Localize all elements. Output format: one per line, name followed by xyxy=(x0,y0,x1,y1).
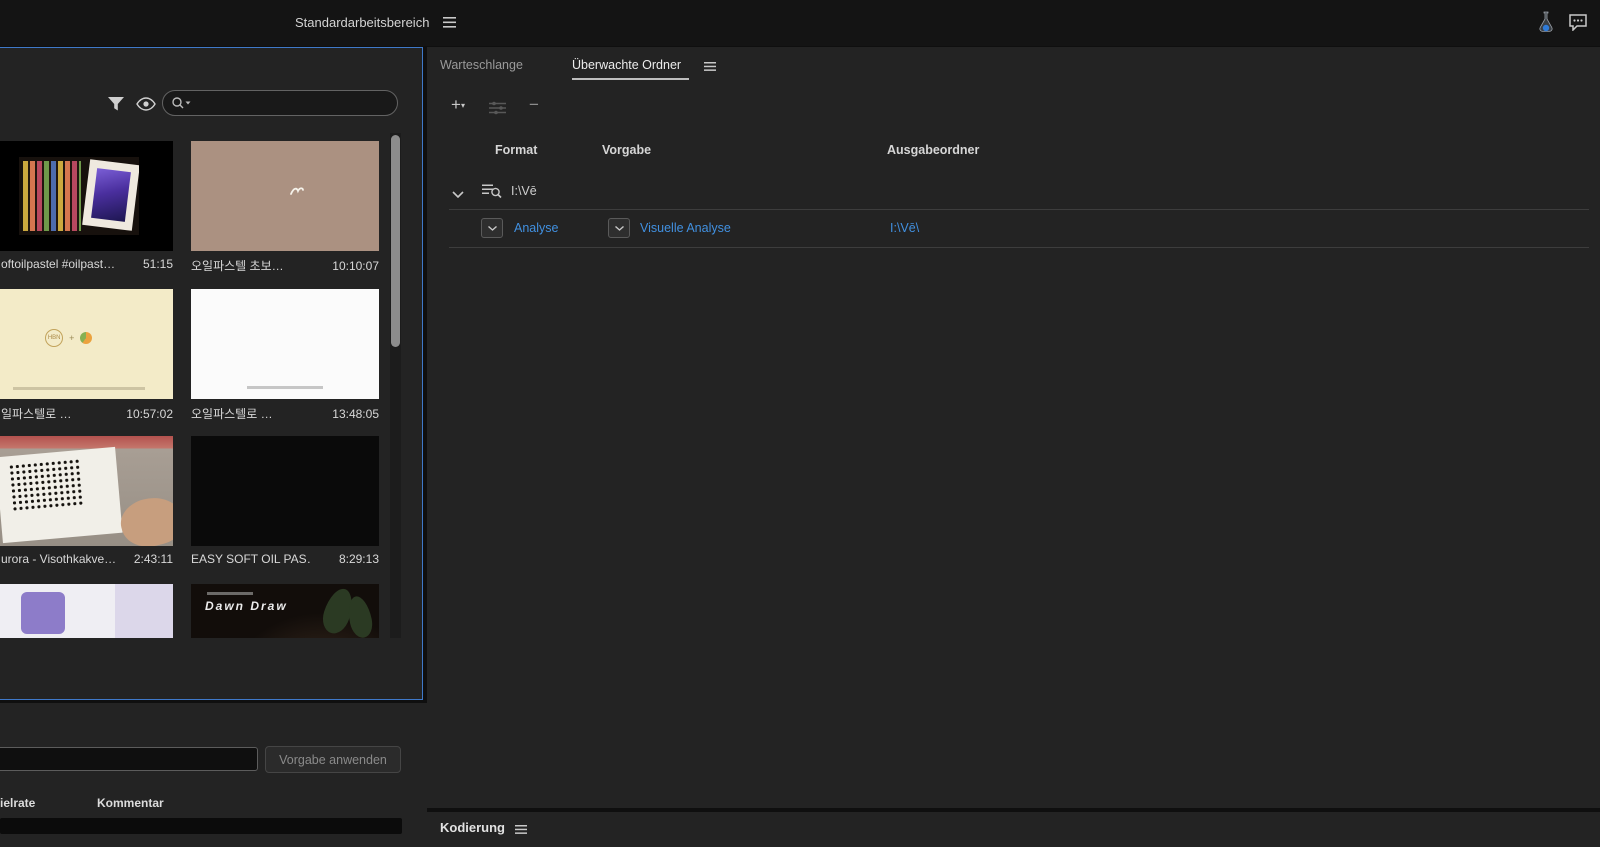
title-bar: Standardarbeitsbereich xyxy=(0,0,1600,46)
media-thumbnail[interactable] xyxy=(0,436,173,546)
feedback-chat-icon[interactable] xyxy=(1568,13,1588,34)
preset-value[interactable]: Visuelle Analyse xyxy=(640,221,731,235)
media-tile[interactable]: EASY SOFT OIL PAS… 8:29:13 xyxy=(191,436,379,566)
watch-folder-row[interactable]: I:\Vē xyxy=(427,177,1600,209)
tab-ueberwachte-ordner[interactable]: Überwachte Ordner xyxy=(572,58,681,72)
preset-apply-panel: Vorgabe anwenden ielrate Kommentar xyxy=(0,703,427,847)
filter-icon xyxy=(108,97,124,111)
preset-dropdown[interactable] xyxy=(608,218,630,238)
format-value[interactable]: Analyse xyxy=(514,221,558,235)
media-tile[interactable]: urora - Visothkakve… 2:43:11 xyxy=(0,436,173,566)
remove-button[interactable]: − xyxy=(529,95,539,115)
media-thumbnail[interactable] xyxy=(191,141,379,251)
workspace-title: Standardarbeitsbereich xyxy=(295,15,430,30)
media-title: oftoilpastel #oilpast… xyxy=(1,257,116,271)
bird-sketch xyxy=(289,185,305,200)
column-header-format: Format xyxy=(495,143,538,157)
watch-folders-panel: Warteschlange Überwachte Ordner +▾ − For… xyxy=(427,47,1600,808)
column-header-vorgabe: Vorgabe xyxy=(602,143,652,157)
search-box[interactable] xyxy=(162,90,398,116)
scrollbar-thumb[interactable] xyxy=(391,135,400,347)
chevron-down-icon: ▾ xyxy=(460,101,465,110)
apply-preset-button[interactable]: Vorgabe anwenden xyxy=(265,746,401,773)
preset-search-input[interactable] xyxy=(0,747,258,771)
preview-toggle-button[interactable] xyxy=(135,94,157,114)
purple-object xyxy=(21,592,65,634)
media-duration: 10:10:07 xyxy=(332,259,379,273)
titlebar-actions xyxy=(1536,11,1588,36)
watch-folder-icon xyxy=(482,183,502,202)
add-preset-button[interactable] xyxy=(489,101,506,118)
chevron-down-icon xyxy=(487,225,497,231)
media-grid: oftoilpastel #oilpast… 51:15 오일파스텔 초보… 1… xyxy=(0,133,389,638)
format-dropdown[interactable] xyxy=(481,218,503,238)
list-row[interactable] xyxy=(0,818,402,834)
media-thumbnail[interactable] xyxy=(191,436,379,546)
media-title: urora - Visothkakve… xyxy=(1,552,117,566)
watch-folder-path: I:\Vē xyxy=(511,184,537,198)
eye-icon xyxy=(136,97,156,111)
media-tile[interactable] xyxy=(0,584,173,638)
media-duration: 51:15 xyxy=(142,257,173,271)
media-thumbnail[interactable]: HBN + xyxy=(0,289,173,399)
media-title: 일파스텔로 … xyxy=(1,407,72,421)
column-header-bitrate: ielrate xyxy=(0,796,36,810)
media-thumbnail[interactable] xyxy=(191,289,379,399)
media-thumbnail[interactable] xyxy=(0,141,173,251)
media-duration: 13:48:05 xyxy=(332,407,379,421)
panel-menu-icon[interactable] xyxy=(704,60,716,74)
encoding-panel: Kodierung xyxy=(427,812,1600,847)
sliders-icon xyxy=(489,101,506,115)
media-grid-scrollbar[interactable] xyxy=(390,133,401,638)
media-thumbnail[interactable]: Dawn Draw xyxy=(191,584,379,638)
preset-row[interactable]: Analyse Visuelle Analyse I:\Vē\ xyxy=(427,210,1600,247)
column-header-comment: Kommentar xyxy=(97,796,164,810)
media-tile[interactable]: 오일파스텔로 … 13:48:05 xyxy=(191,289,379,422)
row-divider xyxy=(449,247,1589,248)
hand-drawing xyxy=(115,490,173,546)
output-folder-value[interactable]: I:\Vē\ xyxy=(890,221,919,235)
media-tile[interactable]: Dawn Draw xyxy=(191,584,379,638)
media-title: EASY SOFT OIL PAS… xyxy=(191,552,311,566)
column-header-ausgabeordner: Ausgabeordner xyxy=(887,143,980,157)
panel-menu-icon[interactable] xyxy=(515,823,527,837)
media-browser-toolbar xyxy=(0,88,422,124)
workspace-menu-icon[interactable] xyxy=(443,17,456,31)
encoding-panel-title: Kodierung xyxy=(440,820,505,835)
media-duration: 2:43:11 xyxy=(133,552,173,566)
add-watch-folder-button[interactable]: +▾ xyxy=(451,95,465,115)
media-browser-panel: oftoilpastel #oilpast… 51:15 오일파스텔 초보… 1… xyxy=(0,47,423,700)
media-title: 오일파스텔 초보… xyxy=(191,259,284,273)
media-tile[interactable]: 오일파스텔 초보… 10:10:07 xyxy=(191,141,379,274)
search-input[interactable] xyxy=(196,96,366,110)
media-title: 오일파스텔로 … xyxy=(191,407,273,421)
media-duration: 8:29:13 xyxy=(338,552,379,566)
tab-warteschlange[interactable]: Warteschlange xyxy=(440,58,523,72)
media-thumbnail[interactable] xyxy=(0,584,173,638)
beta-flask-icon[interactable] xyxy=(1536,11,1556,36)
watch-folders-toolbar: +▾ − xyxy=(427,93,1600,123)
thumbnail-text: Dawn Draw xyxy=(205,599,288,613)
media-tile[interactable]: oftoilpastel #oilpast… 51:15 xyxy=(0,141,173,271)
app-window: Standardarbeitsbereich oftoilpastel #oil… xyxy=(0,0,1600,847)
filter-button[interactable] xyxy=(105,94,127,114)
active-tab-underline xyxy=(572,78,689,80)
chevron-down-icon xyxy=(614,225,624,231)
search-icon xyxy=(172,97,191,109)
media-tile[interactable]: HBN + 일파스텔로 … 10:57:02 xyxy=(0,289,173,422)
media-duration: 10:57:02 xyxy=(126,407,173,421)
expand-chevron-icon[interactable] xyxy=(452,187,464,201)
